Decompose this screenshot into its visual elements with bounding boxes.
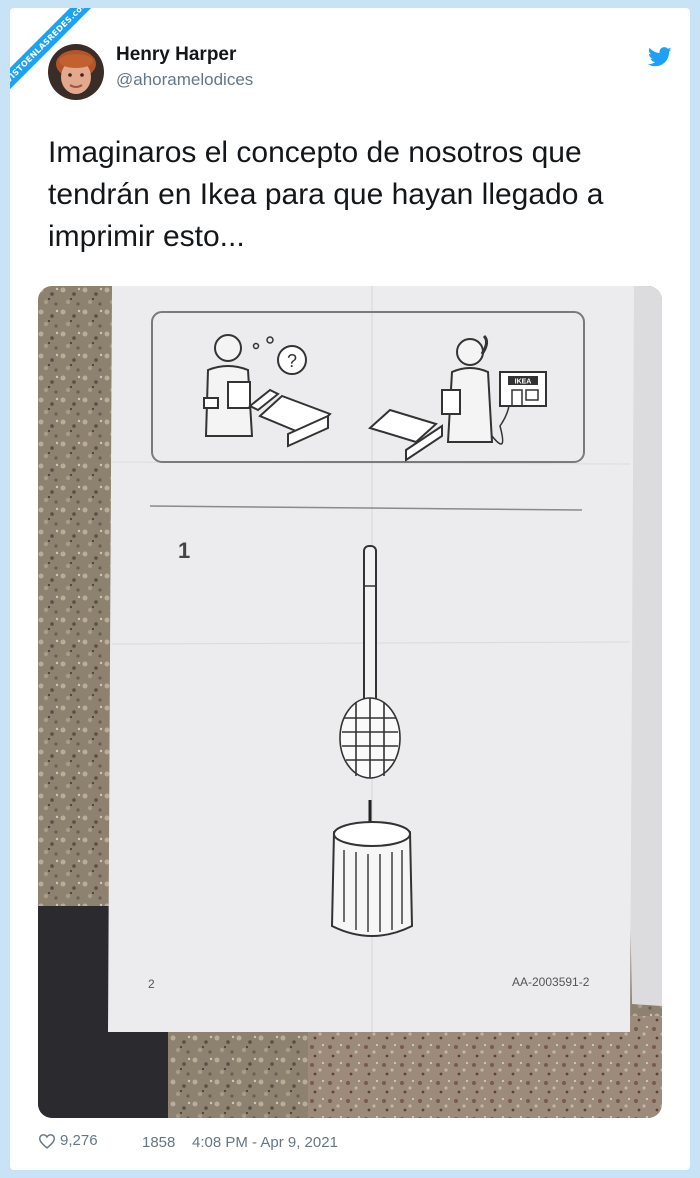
step-number: 1 <box>178 538 190 563</box>
avatar[interactable] <box>48 44 104 100</box>
heart-outline-icon <box>38 1133 56 1149</box>
tweet-text: Imaginaros el concepto de nosotros que t… <box>48 136 604 253</box>
timestamp[interactable]: 4:08 PM - Apr 9, 2021 <box>192 1134 338 1151</box>
like-count: 9,276 <box>60 1132 98 1149</box>
retweet-count[interactable]: 1858 <box>142 1134 175 1151</box>
tweet-photo[interactable]: ? IKEA 1 2 AA-2003591-2 <box>38 286 662 1118</box>
like-button[interactable]: 9,276 <box>38 1132 98 1149</box>
question-mark: ? <box>287 351 297 371</box>
doc-code: AA-2003591-2 <box>512 975 590 989</box>
author-name[interactable]: Henry Harper <box>116 44 236 66</box>
page-number: 2 <box>148 977 155 991</box>
author-handle[interactable]: @ahoramelodices <box>116 70 253 90</box>
ikea-label: IKEA <box>515 379 532 386</box>
twitter-bird-icon[interactable] <box>647 46 672 68</box>
